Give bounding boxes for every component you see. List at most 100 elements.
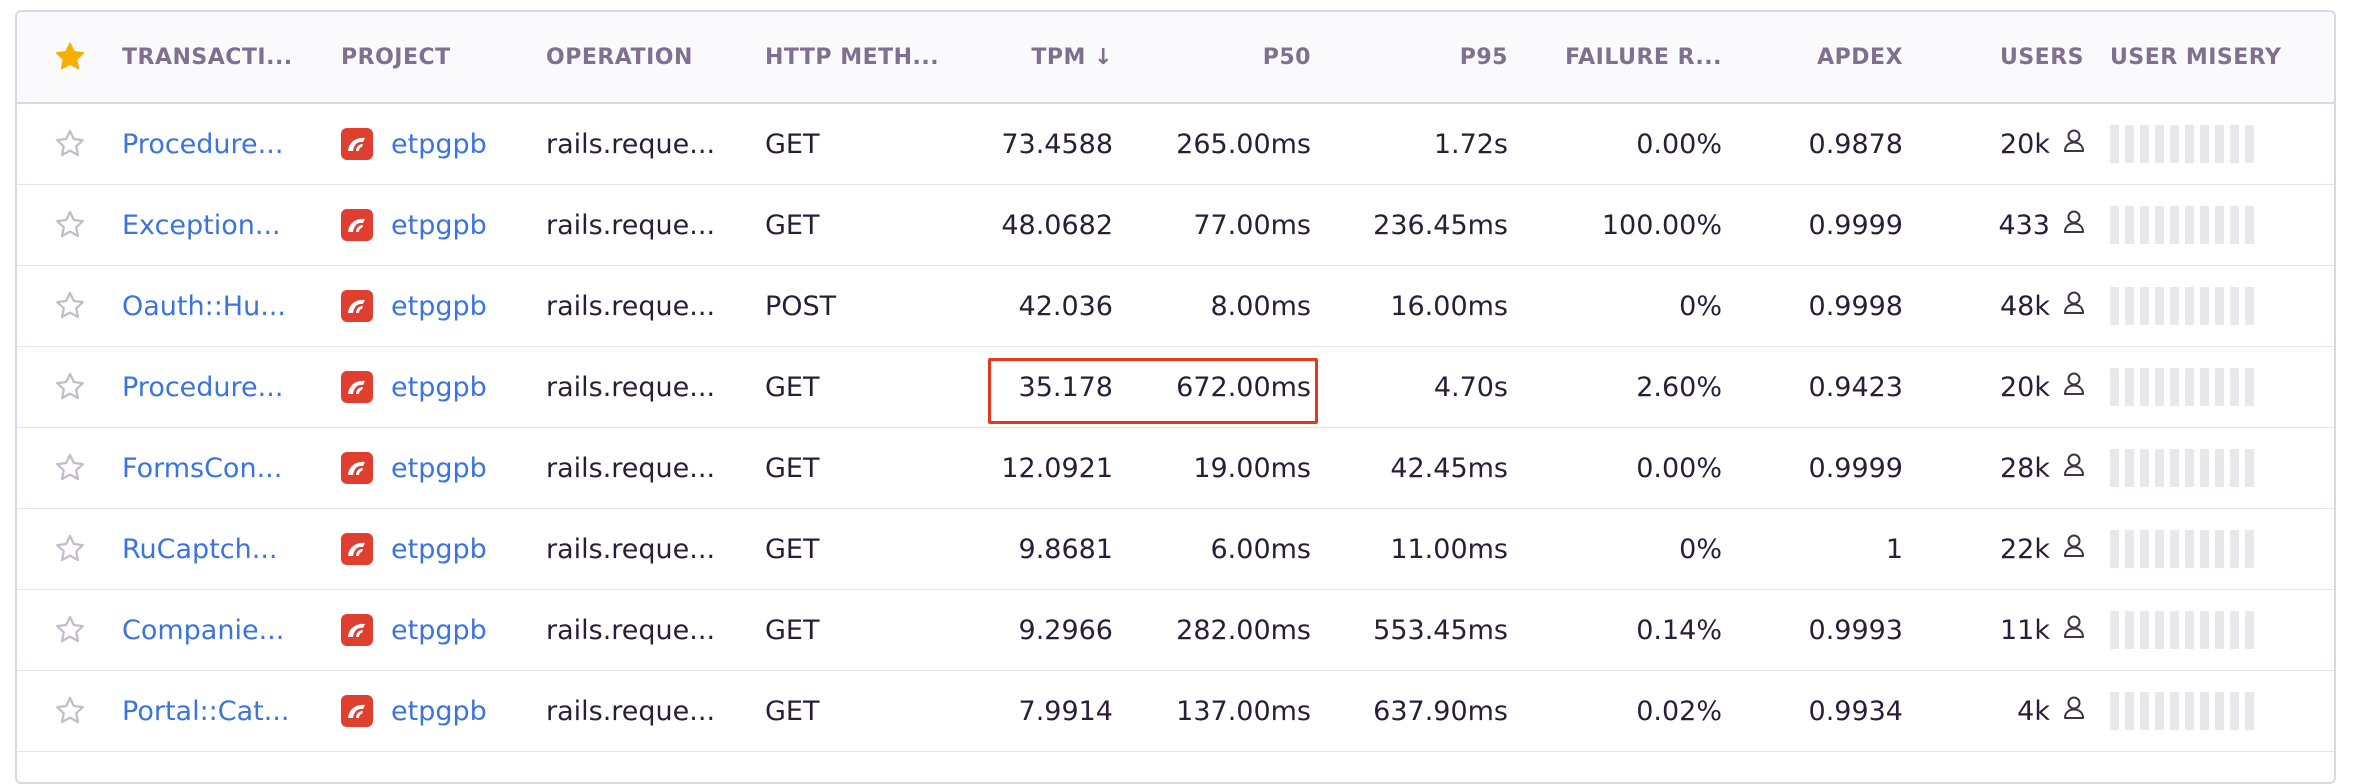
col-p95[interactable]: P95: [1331, 45, 1528, 70]
table-row[interactable]: Oauth::Hu... etpgpb rails.reque... POST 42.0…: [17, 266, 2334, 347]
tpm-cell: 35.178: [1018, 371, 1113, 403]
misery-bar: [2200, 611, 2209, 649]
user-misery-bar: [2104, 611, 2334, 649]
col-users[interactable]: USERS: [1923, 45, 2104, 70]
misery-bar: [2170, 206, 2179, 244]
table-header: TRANSACTI... PROJECT OPERATION HTTP METH…: [17, 12, 2334, 104]
misery-bar: [2200, 287, 2209, 325]
star-icon[interactable]: [17, 694, 122, 728]
users-count: 20k: [2000, 371, 2050, 403]
misery-bar: [2245, 125, 2254, 163]
project-link[interactable]: etpgpb: [391, 210, 487, 241]
misery-bar: [2155, 287, 2164, 325]
project-cell[interactable]: etpgpb: [341, 533, 546, 565]
star-icon[interactable]: [17, 532, 122, 566]
tpm-cell: 42.036: [1018, 290, 1113, 322]
p50-cell: 77.00ms: [1193, 209, 1311, 241]
project-link[interactable]: etpgpb: [391, 453, 487, 484]
misery-bar: [2230, 692, 2239, 730]
user-icon: [2062, 533, 2086, 566]
misery-bar: [2215, 530, 2224, 568]
failure-rate-cell: 0%: [1679, 290, 1722, 322]
misery-bar: [2215, 692, 2224, 730]
col-user-misery[interactable]: USER MISERY: [2104, 45, 2334, 70]
misery-bar: [2215, 125, 2224, 163]
table-row[interactable]: Companie... etpgpb rails.reque... GET 9.2966…: [17, 590, 2334, 671]
transaction-link[interactable]: Exception...: [122, 210, 341, 241]
misery-bar: [2155, 125, 2164, 163]
project-link[interactable]: etpgpb: [391, 372, 487, 403]
p50-cell: 6.00ms: [1210, 533, 1312, 565]
misery-bar: [2245, 368, 2254, 406]
star-icon[interactable]: [17, 370, 122, 404]
misery-bar: [2215, 206, 2224, 244]
p50-cell: 282.00ms: [1176, 614, 1311, 646]
user-icon: [2062, 695, 2086, 728]
project-link[interactable]: etpgpb: [391, 615, 487, 646]
misery-bar: [2245, 611, 2254, 649]
col-failure-rate[interactable]: FAILURE R...: [1528, 45, 1742, 70]
p95-cell: 11.00ms: [1390, 533, 1508, 565]
misery-bar: [2230, 125, 2239, 163]
project-link[interactable]: etpgpb: [391, 291, 487, 322]
project-logo-icon: [341, 128, 373, 160]
table-row[interactable]: RuCaptch... etpgpb rails.reque... GET 9.8681…: [17, 509, 2334, 590]
misery-bar: [2170, 449, 2179, 487]
misery-bar: [2140, 206, 2149, 244]
table-row[interactable]: Procedure... etpgpb rails.reque... GET 73.45…: [17, 104, 2334, 185]
project-link[interactable]: etpgpb: [391, 696, 487, 727]
user-misery-bar: [2104, 530, 2334, 568]
transaction-link[interactable]: Companie...: [122, 615, 341, 646]
project-link[interactable]: etpgpb: [391, 534, 487, 565]
col-p50[interactable]: P50: [1133, 45, 1331, 70]
project-logo-icon: [341, 209, 373, 241]
project-cell[interactable]: etpgpb: [341, 614, 546, 646]
misery-bar: [2200, 368, 2209, 406]
star-icon[interactable]: [17, 127, 122, 161]
col-tpm[interactable]: TPM ↓: [940, 45, 1133, 70]
transaction-link[interactable]: Oauth::Hu...: [122, 291, 341, 322]
project-cell[interactable]: etpgpb: [341, 452, 546, 484]
misery-bar: [2110, 692, 2119, 730]
col-transaction[interactable]: TRANSACTI...: [122, 45, 341, 70]
misery-bar: [2245, 692, 2254, 730]
col-operation[interactable]: OPERATION: [546, 45, 765, 70]
table-row[interactable]: Procedure... etpgpb rails.reque... GET 35.17…: [17, 347, 2334, 428]
transaction-link[interactable]: RuCaptch...: [122, 534, 341, 565]
user-icon: [2062, 614, 2086, 647]
col-apdex[interactable]: APDEX: [1742, 45, 1923, 70]
star-icon[interactable]: [17, 289, 122, 323]
table-row[interactable]: Portal::Cat... etpgpb rails.reque... GET 7.9…: [17, 671, 2334, 752]
misery-bar: [2125, 368, 2134, 406]
table-row[interactable]: Exception... etpgpb rails.reque... GET 48.06…: [17, 185, 2334, 266]
http-method-cell: POST: [765, 290, 837, 322]
transaction-link[interactable]: Procedure...: [122, 129, 341, 160]
misery-bar: [2245, 449, 2254, 487]
project-cell[interactable]: etpgpb: [341, 695, 546, 727]
user-icon: [2062, 209, 2086, 242]
project-link[interactable]: etpgpb: [391, 129, 487, 160]
header-star-icon[interactable]: [17, 40, 122, 74]
project-cell[interactable]: etpgpb: [341, 290, 546, 322]
http-method-cell: GET: [765, 371, 820, 403]
star-icon[interactable]: [17, 208, 122, 242]
apdex-cell: 0.9998: [1808, 290, 1903, 322]
table-row[interactable]: FormsCon... etpgpb rails.reque... GET 12.092…: [17, 428, 2334, 509]
project-cell[interactable]: etpgpb: [341, 209, 546, 241]
transaction-link[interactable]: Procedure...: [122, 372, 341, 403]
transactions-table: TRANSACTI... PROJECT OPERATION HTTP METH…: [15, 10, 2336, 784]
misery-bar: [2140, 611, 2149, 649]
project-cell[interactable]: etpgpb: [341, 128, 546, 160]
col-http-method[interactable]: HTTP METH...: [765, 45, 940, 70]
transaction-link[interactable]: Portal::Cat...: [122, 696, 341, 727]
users-cell: 433: [1923, 209, 2104, 242]
star-icon[interactable]: [17, 451, 122, 485]
misery-bar: [2230, 530, 2239, 568]
p50-cell: 672.00ms: [1176, 371, 1311, 403]
star-icon[interactable]: [17, 613, 122, 647]
user-misery-bar: [2104, 287, 2334, 325]
project-cell[interactable]: etpgpb: [341, 371, 546, 403]
transaction-link[interactable]: FormsCon...: [122, 453, 341, 484]
col-project[interactable]: PROJECT: [341, 45, 546, 70]
user-icon: [2062, 290, 2086, 323]
